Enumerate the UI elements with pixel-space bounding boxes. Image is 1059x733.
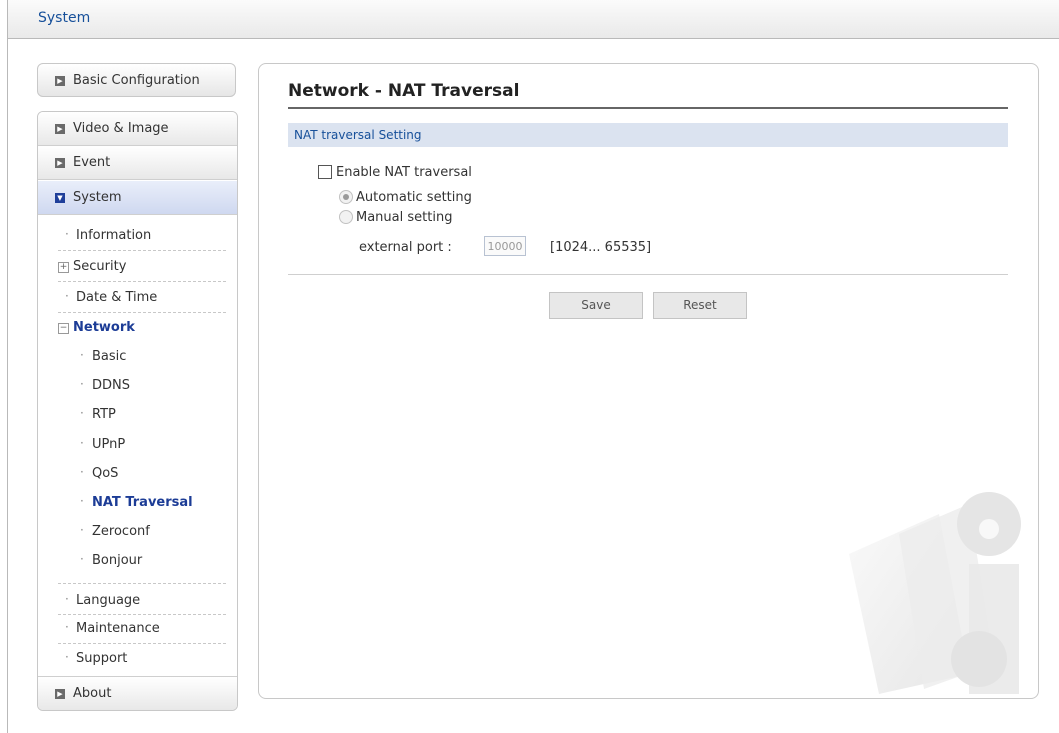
nav-label: DDNS xyxy=(92,378,130,393)
divider xyxy=(58,250,226,251)
nav-label: Zeroconf xyxy=(92,524,150,539)
nav-date-time[interactable]: · Date & Time xyxy=(38,283,237,313)
bullet-icon: · xyxy=(65,289,69,303)
bullet-icon: · xyxy=(65,592,69,606)
top-header: System xyxy=(8,0,1059,39)
page-title: Network - NAT Traversal xyxy=(288,81,520,101)
section-header: NAT traversal Setting xyxy=(288,123,1008,147)
nav-network-upnp[interactable]: · UPnP xyxy=(38,430,237,460)
nav-event[interactable]: ▶ Event xyxy=(38,146,237,180)
bullet-icon: · xyxy=(80,348,84,362)
nav-network-ddns[interactable]: · DDNS xyxy=(38,371,237,401)
nav-label: NAT Traversal xyxy=(92,495,193,510)
enable-nat-traversal-label: Enable NAT traversal xyxy=(336,165,472,180)
nav-system[interactable]: ▼ System xyxy=(38,181,237,215)
bullet-icon: · xyxy=(80,552,84,566)
nav-label: Maintenance xyxy=(76,621,160,636)
sidebar: ▶ Video & Image ▶ Event ▼ System · Infor… xyxy=(37,111,238,711)
nav-label: QoS xyxy=(92,466,119,481)
bullet-icon: · xyxy=(80,377,84,391)
header-title: System xyxy=(38,10,91,26)
divider xyxy=(58,281,226,282)
bullet-icon: · xyxy=(80,406,84,420)
manual-setting-radio[interactable] xyxy=(339,210,353,224)
arrow-right-icon: ▶ xyxy=(55,158,65,168)
nav-label: Video & Image xyxy=(73,121,169,136)
collapse-minus-icon[interactable]: − xyxy=(58,323,69,334)
nav-network-zeroconf[interactable]: · Zeroconf xyxy=(38,517,237,547)
nav-label: RTP xyxy=(92,407,116,422)
nav-network-nat-traversal[interactable]: · NAT Traversal xyxy=(38,488,237,518)
nav-network-bonjour[interactable]: · Bonjour xyxy=(38,546,237,576)
manual-setting-label: Manual setting xyxy=(356,210,453,225)
enable-nat-traversal-checkbox[interactable] xyxy=(318,165,332,179)
nav-label: Basic xyxy=(92,349,127,364)
nav-label: UPnP xyxy=(92,437,126,452)
nav-label: Network xyxy=(73,320,135,335)
nav-about[interactable]: ▶ About xyxy=(38,676,237,710)
bullet-icon: · xyxy=(80,494,84,508)
bullet-icon: · xyxy=(80,436,84,450)
nav-label: System xyxy=(73,190,122,205)
nav-label: Bonjour xyxy=(92,553,143,568)
nav-video-image[interactable]: ▶ Video & Image xyxy=(38,112,237,146)
automatic-setting-label: Automatic setting xyxy=(356,190,472,205)
bullet-icon: · xyxy=(65,227,69,241)
external-port-input[interactable] xyxy=(484,236,526,256)
nav-label: Security xyxy=(73,259,127,274)
nav-label: Date & Time xyxy=(76,290,158,305)
nav-label: Language xyxy=(76,593,141,608)
nav-maintenance[interactable]: · Maintenance xyxy=(38,614,237,644)
bullet-icon: · xyxy=(65,620,69,634)
nav-network[interactable]: − Network xyxy=(38,313,237,343)
save-button[interactable]: Save xyxy=(549,292,643,319)
divider xyxy=(58,583,226,584)
divider xyxy=(288,274,1008,275)
nav-security[interactable]: + Security xyxy=(38,252,237,282)
external-port-label: external port : xyxy=(359,240,452,255)
arrow-down-icon: ▼ xyxy=(55,193,65,203)
nav-label: Event xyxy=(73,155,111,170)
nav-label: Information xyxy=(76,228,152,243)
nav-label: Basic Configuration xyxy=(73,73,200,88)
arrow-right-icon: ▶ xyxy=(55,124,65,134)
arrow-right-icon: ▶ xyxy=(55,76,65,86)
arrow-right-icon: ▶ xyxy=(55,689,65,699)
expand-plus-icon[interactable]: + xyxy=(58,262,69,273)
nav-network-basic[interactable]: · Basic xyxy=(38,342,237,372)
nav-support[interactable]: · Support xyxy=(38,644,237,674)
nav-information[interactable]: · Information xyxy=(38,221,237,251)
nav-network-rtp[interactable]: · RTP xyxy=(38,400,237,430)
nav-basic-configuration[interactable]: ▶ Basic Configuration xyxy=(37,63,236,97)
nav-label: About xyxy=(73,686,112,701)
decorative-tools-graphic xyxy=(849,492,1021,694)
bullet-icon: · xyxy=(80,523,84,537)
nav-label: Support xyxy=(76,651,128,666)
title-rule xyxy=(288,107,1008,109)
nav-language[interactable]: · Language xyxy=(38,586,237,616)
nav-network-qos[interactable]: · QoS xyxy=(38,459,237,489)
reset-button[interactable]: Reset xyxy=(653,292,747,319)
content-panel: Network - NAT Traversal NAT traversal Se… xyxy=(258,63,1039,699)
automatic-setting-radio[interactable] xyxy=(339,190,353,204)
bullet-icon: · xyxy=(65,650,69,664)
port-range-hint: [1024... 65535] xyxy=(550,240,652,255)
bullet-icon: · xyxy=(80,465,84,479)
